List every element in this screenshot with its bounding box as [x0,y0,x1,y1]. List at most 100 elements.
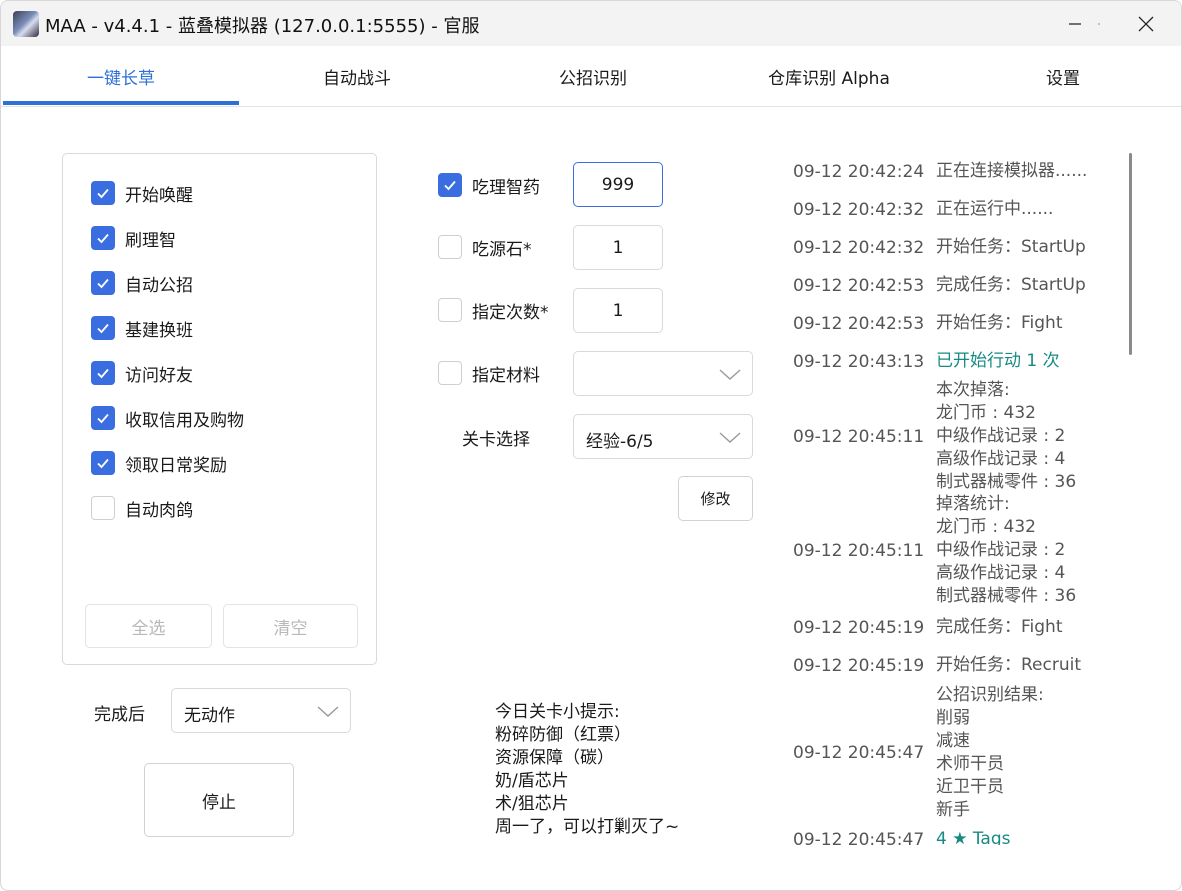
log-message: 正在运行中...... [936,199,1054,219]
log-entry: 09-12 20:42:53 完成任务：StartUp [793,274,1113,297]
maa-window: MAA - v4.4.1 - 蓝叠模拟器 (127.0.0.1:5555) - … [0,0,1182,891]
log-time: 09-12 20:43:13 [793,351,925,372]
log-message: 开始任务：Recruit [936,655,1082,675]
log-entry: 09-12 20:45:19 完成任务：Fight [793,616,1113,639]
task-label: 收取信用及购物 [125,410,244,431]
log-entry: 09-12 20:43:13 已开始行动 1 次 [793,350,1113,373]
log-entry: 09-12 20:42:24 正在连接模拟器...... [793,160,1113,183]
stage-tips: 今日关卡小提示: 粉碎防御（红票） 资源保障（碳） 奶/盾芯片 术/狙芯片 周一… [495,701,679,839]
log-entry: 09-12 20:45:19 开始任务：Recruit [793,654,1113,677]
task-auto-recruit[interactable]: 自动公招 [91,268,193,298]
stone-count-input[interactable]: 1 [573,225,663,270]
use-medicine-option[interactable]: 吃理智药 [438,170,540,200]
log-entry: 09-12 20:45:11 本次掉落: 龙门币 : 432 中级作战记录 : … [793,379,1113,494]
medicine-count-input[interactable]: 999 [573,162,663,207]
log-message: 开始任务：StartUp [936,237,1086,257]
checkbox-checked-icon[interactable] [91,271,115,295]
log-message: 高级作战记录 : 4 [936,563,1066,583]
task-roguelike[interactable]: 自动肉鸽 [91,493,193,523]
task-label: 刷理智 [125,230,176,251]
log-message: 开始任务：Fight [936,313,1063,333]
checkbox-checked-icon[interactable] [91,361,115,385]
tips-line: 资源保障（碳） [495,748,614,768]
active-tab-indicator [3,101,239,105]
tips-line: 今日关卡小提示: [495,702,620,722]
task-sanity[interactable]: 刷理智 [91,223,176,253]
log-message: 高级作战记录 : 4 [936,449,1066,469]
tab-bar: 一键长草 自动战斗 公招识别 仓库识别 Alpha 设置 [1,46,1181,107]
after-complete-label: 完成后 [94,705,145,725]
task-daily-rewards[interactable]: 领取日常奖励 [91,448,227,478]
task-visit-friends[interactable]: 访问好友 [91,358,193,388]
task-label: 领取日常奖励 [125,455,227,476]
log-message: 龙门币 : 432 [936,517,1036,537]
times-option[interactable]: 指定次数* [438,295,549,325]
log-message: 制式器械零件 : 36 [936,472,1077,492]
task-credit-shopping[interactable]: 收取信用及购物 [91,403,244,433]
log-entry: 09-12 20:45:47 公招识别结果: 削弱 减速 术师干员 近卫干员 新… [793,684,1113,822]
log-time: 09-12 20:42:53 [793,275,925,296]
after-complete-value: 无动作 [184,706,235,726]
tab-recruit[interactable]: 公招识别 [475,46,711,106]
material-select[interactable] [573,351,753,396]
maximize-icon [1098,22,1100,25]
log-time: 09-12 20:45:11 [793,426,925,447]
checkbox-checked-icon[interactable] [91,181,115,205]
log-time: 09-12 20:45:19 [793,655,925,676]
task-label: 开始唤醒 [125,185,193,206]
log-time: 09-12 20:42:53 [793,313,925,334]
task-start-wakeup[interactable]: 开始唤醒 [91,178,193,208]
checkbox-unchecked-icon[interactable] [438,235,462,259]
tab-auto-battle[interactable]: 自动战斗 [239,46,475,106]
log-message: 制式器械零件 : 36 [936,586,1077,606]
times-count-input[interactable]: 1 [573,288,663,333]
log-message: 本次掉落: [936,380,1010,400]
checkbox-checked-icon[interactable] [91,226,115,250]
chevron-down-icon [719,369,741,380]
use-stone-option[interactable]: 吃源石* [438,232,532,262]
checkbox-checked-icon[interactable] [91,451,115,475]
modify-button[interactable]: 修改 [678,476,753,521]
chevron-down-icon [719,432,741,443]
tab-depot[interactable]: 仓库识别 Alpha [711,46,947,106]
after-complete-select[interactable]: 无动作 [171,688,351,733]
close-button[interactable] [1122,1,1170,46]
checkbox-checked-icon[interactable] [438,173,462,197]
stage-select[interactable]: 经验-6/5 [573,414,753,459]
tips-line: 周一了，可以打剿灭了~ [495,817,680,837]
log-entry: 09-12 20:42:32 开始任务：StartUp [793,236,1113,259]
select-all-button[interactable]: 全选 [85,604,212,648]
checkbox-unchecked-icon[interactable] [438,361,462,385]
times-label: 指定次数* [472,302,549,323]
log-entry: 09-12 20:42:53 开始任务：Fight [793,312,1113,335]
log-message: 近卫干员 [936,777,1004,797]
log-time: 09-12 20:45:47 [793,743,925,763]
tips-line: 粉碎防御（红票） [495,725,631,745]
tab-settings[interactable]: 设置 [947,46,1179,106]
clear-button[interactable]: 清空 [223,604,358,648]
title-bar[interactable]: MAA - v4.4.1 - 蓝叠模拟器 (127.0.0.1:5555) - … [1,1,1181,46]
log-scrollbar[interactable] [1129,153,1132,355]
stop-button[interactable]: 停止 [144,763,294,837]
checkbox-checked-icon[interactable] [91,406,115,430]
log-message: 完成任务：StartUp [936,275,1086,295]
task-label: 自动肉鸽 [125,500,193,521]
log-panel[interactable]: 09-12 20:42:24 正在连接模拟器...... 09-12 20:42… [793,151,1113,845]
tab-one-click[interactable]: 一键长草 [3,46,239,106]
checkbox-unchecked-icon[interactable] [438,298,462,322]
tips-line: 奶/盾芯片 [495,771,569,791]
material-option[interactable]: 指定材料 [438,358,540,388]
log-message: 削弱 [936,708,970,728]
log-message: 4 ★ Tags [936,829,1011,845]
material-label: 指定材料 [472,365,540,386]
task-label: 自动公招 [125,275,193,296]
checkbox-unchecked-icon[interactable] [91,496,115,520]
use-medicine-label: 吃理智药 [472,177,540,198]
log-time: 09-12 20:42:24 [793,161,925,182]
checkbox-checked-icon[interactable] [91,316,115,340]
log-message: 完成任务：Fight [936,617,1063,637]
maximize-button[interactable] [1052,1,1100,46]
task-infrastructure[interactable]: 基建换班 [91,313,193,343]
log-message: 中级作战记录 : 2 [936,540,1066,560]
log-message: 已开始行动 1 次 [936,351,1060,371]
